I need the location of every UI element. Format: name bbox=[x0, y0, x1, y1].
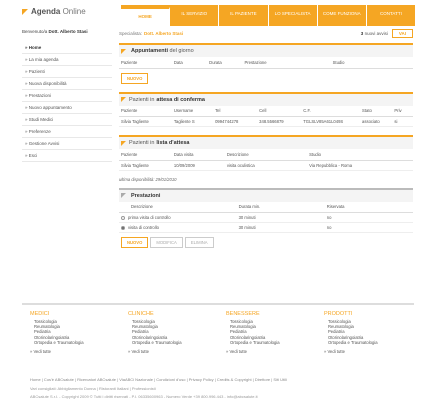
logo-arrow-icon bbox=[22, 8, 28, 15]
specialist-bar: Specialista: Dott. Alberto Stasi 3 nuovi… bbox=[119, 27, 413, 39]
vedi-tutte-link[interactable]: » Vedi tutte bbox=[226, 349, 316, 354]
main-content: Specialista: Dott. Alberto Stasi 3 nuovi… bbox=[119, 27, 413, 252]
prestazioni-section: Prestazioni Descrizione Durata min. Rise… bbox=[119, 187, 413, 253]
footer-col-benessere: BENESSERE Tossicologia Reumatologia Pedi… bbox=[218, 311, 316, 371]
elimina-button[interactable]: ELIMINA bbox=[184, 237, 214, 248]
col-header: Username bbox=[171, 105, 214, 117]
col-header: Paziente bbox=[119, 105, 172, 117]
modifica-button[interactable]: MODIFICA bbox=[150, 237, 183, 248]
col-header: Priv bbox=[392, 105, 413, 117]
footer-links[interactable]: Home | Cos'è ABCsalute | Ricercatori ABC… bbox=[30, 377, 287, 382]
footer-divider bbox=[22, 303, 414, 305]
footer-link[interactable]: Ortopedia e Traumatologia bbox=[128, 340, 218, 345]
sidebar-item-agenda[interactable]: » La mia agenda bbox=[22, 54, 112, 66]
sidebar-item-studi-medici[interactable]: » Studi Medici bbox=[22, 114, 112, 126]
nav-contatti[interactable]: CONTATTI bbox=[367, 5, 415, 26]
sidebar-item-gestione-avvisi[interactable]: » Gestione Avvisi bbox=[22, 138, 112, 150]
vedi-tutte-link[interactable]: » Vedi tutte bbox=[324, 349, 414, 354]
table-row[interactable]: Silvia Tagliente 10/09/2009 visita oculi… bbox=[119, 160, 413, 171]
sidebar-item-esci[interactable]: » Esci bbox=[22, 150, 112, 162]
radio-button[interactable] bbox=[121, 225, 125, 230]
col-header: Data visita bbox=[171, 149, 225, 161]
col-header: Paziente bbox=[119, 149, 172, 161]
lista-table: Paziente Data visita Descrizione Studio … bbox=[119, 149, 413, 171]
col-header: Tel bbox=[213, 105, 258, 117]
top-nav: HOME IL SERVIZIO IL PAZIENTE LO SPECIALI… bbox=[121, 5, 415, 26]
col-header: Data bbox=[171, 57, 208, 69]
specialist-name: Dott. Alberto Stasi bbox=[144, 30, 184, 36]
notice-count: 3 bbox=[360, 30, 364, 36]
vai-button[interactable]: VAI bbox=[391, 28, 413, 38]
nav-come-funziona[interactable]: COME FUNZIONA bbox=[318, 5, 367, 26]
arrow-icon bbox=[121, 48, 126, 54]
vedi-tutte-link[interactable]: » Vedi tutte bbox=[30, 349, 120, 354]
attesa-section: Pazienti in attesa di conferma Paziente U… bbox=[119, 91, 413, 127]
table-row[interactable]: prima visita di controllo 30 minuti no bbox=[119, 212, 413, 223]
sidebar-item-pazienti[interactable]: » Pazienti bbox=[22, 66, 112, 78]
arrow-icon bbox=[121, 140, 126, 146]
footer-col-cliniche: CLINICHE Tossicologia Reumatologia Pedia… bbox=[120, 311, 218, 371]
table-row[interactable]: Silvia Tagliente Tagliente S 0994744278 … bbox=[119, 116, 413, 127]
table-row[interactable]: visita di controllo 30 minuti no bbox=[119, 222, 413, 233]
arrow-icon bbox=[121, 97, 126, 102]
welcome-name: Dott. Alberto Stasi bbox=[48, 29, 88, 34]
nav-specialista[interactable]: LO SPECIALISTA bbox=[269, 5, 318, 26]
footer-link[interactable]: Ortopedia e Traumatologia bbox=[30, 340, 120, 345]
section-title: Pazienti in lista d'attesa bbox=[119, 137, 413, 149]
section-title: Pazienti in attesa di conferma bbox=[119, 93, 413, 106]
arrow-icon bbox=[121, 193, 126, 198]
copyright: ABCsalute S.r.l. - Copyright 2009 © Tutt… bbox=[30, 394, 258, 399]
col-header: Descrizione bbox=[119, 201, 237, 213]
appuntamenti-section: Appuntamenti del giorno Paziente Data Du… bbox=[119, 43, 413, 88]
col-header: Prestazione bbox=[242, 57, 331, 69]
lista-section: Pazienti in lista d'attesa Paziente Data … bbox=[119, 135, 413, 171]
nav-servizio[interactable]: IL SERVIZIO bbox=[170, 5, 220, 26]
section-title: Appuntamenti del giorno bbox=[119, 45, 413, 57]
footer-link[interactable]: Ortopedia e Traumatologia bbox=[226, 340, 316, 345]
col-header: Cell bbox=[257, 105, 302, 117]
sidebar-item-preferenze[interactable]: » Preferenze bbox=[22, 126, 112, 138]
col-header: Durata bbox=[207, 57, 243, 69]
col-header: Stato bbox=[360, 105, 393, 117]
sidebar-item-nuova-disponibilita[interactable]: » Nuova disponibilità bbox=[22, 78, 112, 90]
footer: MEDICI Tossicologia Reumatologia Pediatr… bbox=[22, 311, 414, 371]
sidebar-item-home[interactable]: » Home bbox=[22, 42, 112, 54]
sidebar-item-prestazioni[interactable]: » Prestazioni bbox=[22, 90, 112, 102]
nuovo-appuntamento-button[interactable]: NUOVO bbox=[121, 72, 149, 84]
prestazioni-table: Descrizione Durata min. Riservata prima … bbox=[119, 201, 413, 233]
radio-button[interactable] bbox=[121, 215, 125, 220]
col-header: Durata min. bbox=[236, 201, 325, 213]
page: Agenda Online HOME IL SERVIZIO IL PAZIEN… bbox=[0, 0, 433, 400]
welcome-text: Benvenuto/a Dott. Alberto Stasi bbox=[22, 29, 88, 34]
footer-link[interactable]: Ortopedia e Traumatologia bbox=[324, 340, 414, 345]
col-header: Paziente bbox=[119, 57, 172, 69]
footer-sub-links[interactable]: Vari consigliati: Abbigliamento Donna | … bbox=[30, 386, 156, 391]
header: Agenda Online HOME IL SERVIZIO IL PAZIEN… bbox=[22, 5, 415, 26]
appuntamenti-table: Paziente Data Durata Prestazione Studio bbox=[119, 57, 413, 69]
sidebar: » Home » La mia agenda » Pazienti » Nuov… bbox=[22, 42, 112, 162]
nav-paziente[interactable]: IL PAZIENTE bbox=[219, 5, 269, 26]
sidebar-item-nuovo-appuntamento[interactable]: » Nuovo appuntamento bbox=[22, 102, 112, 114]
logo-sub: Online bbox=[62, 7, 86, 16]
ultima-disponibilita: ultima disponibilità: 29/01/2010 bbox=[119, 176, 177, 182]
col-header: Studio bbox=[307, 149, 413, 161]
attesa-table: Paziente Username Tel Cell C.F. Stato Pr… bbox=[119, 105, 413, 127]
col-header: Descrizione bbox=[224, 149, 308, 161]
section-title: Prestazioni bbox=[119, 189, 413, 202]
vedi-tutte-link[interactable]: » Vedi tutte bbox=[128, 349, 218, 354]
notices: 3 nuovi avvisi bbox=[360, 30, 388, 36]
col-header: Studio bbox=[330, 57, 413, 69]
nav-home[interactable]: HOME bbox=[121, 7, 171, 26]
logo-main: Agenda bbox=[31, 7, 61, 16]
nuovo-prestazione-button[interactable]: NUOVO bbox=[121, 237, 149, 248]
footer-col-medici: MEDICI Tossicologia Reumatologia Pediatr… bbox=[22, 311, 120, 371]
logo[interactable]: Agenda Online bbox=[22, 7, 86, 16]
footer-col-prodotti: PRODOTTI Tossicologia Reumatologia Pedia… bbox=[316, 311, 414, 371]
col-header: Riservata bbox=[324, 201, 413, 213]
col-header: C.F. bbox=[301, 105, 361, 117]
